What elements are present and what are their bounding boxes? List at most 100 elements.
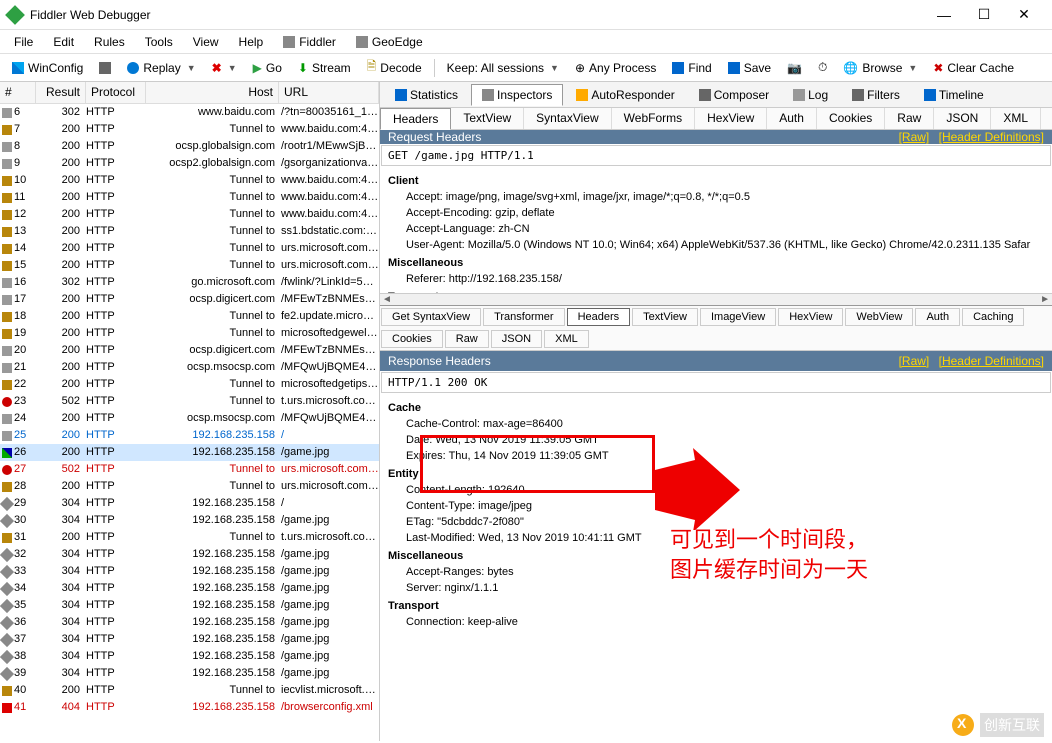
request-subtab-headers[interactable]: Headers	[380, 108, 451, 130]
session-row[interactable]: 8200HTTPocsp.globalsign.com/rootr1/MEwwS…	[0, 138, 379, 155]
session-row[interactable]: 18200HTTPTunnel tofe2.update.microsoft.	[0, 308, 379, 325]
session-row[interactable]: 31200HTTPTunnel tot.urs.microsoft.com:4	[0, 529, 379, 546]
request-subtab-textview[interactable]: TextView	[451, 108, 524, 129]
col-host[interactable]: Host	[146, 82, 279, 103]
header-line[interactable]: Date: Wed, 13 Nov 2019 11:39:05 GMT	[388, 432, 1044, 448]
session-row[interactable]: 36304HTTP192.168.235.158/game.jpg	[0, 614, 379, 631]
request-subtab-auth[interactable]: Auth	[767, 108, 817, 129]
maximize-button[interactable]: ☐	[964, 1, 1004, 29]
request-subtab-cookies[interactable]: Cookies	[817, 108, 885, 129]
response-line[interactable]: HTTP/1.1 200 OK	[381, 372, 1051, 393]
menu-fiddler[interactable]: Fiddler	[273, 33, 346, 51]
response-definitions-link[interactable]: [Header Definitions]	[939, 354, 1044, 368]
session-row[interactable]: 22200HTTPTunnel tomicrosoftedgetips.mic	[0, 376, 379, 393]
session-row[interactable]: 9200HTTPocsp2.globalsign.com/gsorganizat…	[0, 155, 379, 172]
session-row[interactable]: 16302HTTPgo.microsoft.com/fwlink/?LinkId…	[0, 274, 379, 291]
response-subtab-cookies[interactable]: Cookies	[381, 330, 443, 348]
header-line[interactable]: Expires: Thu, 14 Nov 2019 11:39:05 GMT	[388, 448, 1044, 464]
winconfig-button[interactable]: WinConfig	[6, 59, 89, 77]
tab-filters[interactable]: Filters	[841, 84, 911, 106]
session-row[interactable]: 33304HTTP192.168.235.158/game.jpg	[0, 563, 379, 580]
request-subtab-xml[interactable]: XML	[991, 108, 1041, 129]
session-row[interactable]: 38304HTTP192.168.235.158/game.jpg	[0, 648, 379, 665]
session-row[interactable]: 39304HTTP192.168.235.158/game.jpg	[0, 665, 379, 682]
col-protocol[interactable]: Protocol	[86, 82, 146, 103]
stream-button[interactable]: ⬇Stream	[292, 59, 357, 77]
go-button[interactable]: ▶Go	[247, 59, 288, 77]
request-subtab-raw[interactable]: Raw	[885, 108, 934, 129]
find-button[interactable]: Find	[666, 59, 717, 77]
header-line[interactable]: Connection: keep-alive	[388, 614, 1044, 630]
header-line[interactable]: Accept-Language: zh-CN	[388, 221, 1044, 237]
response-subtab-imageview[interactable]: ImageView	[700, 308, 776, 326]
request-subtab-hexview[interactable]: HexView	[695, 108, 767, 129]
comment-button[interactable]	[93, 60, 117, 76]
session-row[interactable]: 37304HTTP192.168.235.158/game.jpg	[0, 631, 379, 648]
tab-composer[interactable]: Composer	[688, 84, 780, 106]
any-process-button[interactable]: ⊕Any Process	[569, 59, 662, 77]
col-result[interactable]: Result	[36, 82, 86, 103]
keep-sessions-dropdown[interactable]: Keep: All sessions▼	[441, 59, 565, 77]
header-line[interactable]: Accept: image/png, image/svg+xml, image/…	[388, 189, 1044, 205]
menu-tools[interactable]: Tools	[135, 33, 183, 51]
header-line[interactable]: Content-Length: 192640	[388, 482, 1044, 498]
menu-edit[interactable]: Edit	[43, 33, 84, 51]
session-row[interactable]: 24200HTTPocsp.msocsp.com/MFQwUjBQME4wTDA	[0, 410, 379, 427]
session-row[interactable]: 17200HTTPocsp.digicert.com/MFEwTzBNMEswS…	[0, 291, 379, 308]
decode-button[interactable]: 🗎Decode	[361, 55, 428, 80]
session-row[interactable]: 13200HTTPTunnel toss1.bdstatic.com:443	[0, 223, 379, 240]
browse-button[interactable]: 🌐Browse▼	[837, 59, 923, 77]
response-subtab-hexview[interactable]: HexView	[778, 308, 843, 326]
request-subtab-webforms[interactable]: WebForms	[612, 108, 695, 129]
response-raw-link[interactable]: [Raw]	[899, 354, 930, 368]
timer-button[interactable]: ⏱	[812, 58, 833, 77]
response-subtab-auth[interactable]: Auth	[915, 308, 960, 326]
session-row[interactable]: 12200HTTPTunnel towww.baidu.com:443	[0, 206, 379, 223]
remove-button[interactable]: ✖▼	[206, 59, 243, 77]
response-headers-tree[interactable]: CacheCache-Control: max-age=86400Date: W…	[380, 394, 1052, 634]
minimize-button[interactable]: —	[924, 1, 964, 29]
session-row[interactable]: 25200HTTP192.168.235.158/	[0, 427, 379, 444]
response-subtab-raw[interactable]: Raw	[445, 330, 489, 348]
session-row[interactable]: 41404HTTP192.168.235.158/browserconfig.x…	[0, 699, 379, 716]
session-row[interactable]: 34304HTTP192.168.235.158/game.jpg	[0, 580, 379, 597]
tab-log[interactable]: Log	[782, 84, 839, 106]
sessions-list[interactable]: 6302HTTPwww.baidu.com/?tn=80035161_1_dg7…	[0, 104, 379, 741]
request-line[interactable]: GET /game.jpg HTTP/1.1	[381, 145, 1051, 166]
horizontal-scrollbar[interactable]	[380, 293, 1052, 305]
response-subtab-transformer[interactable]: Transformer	[483, 308, 565, 326]
header-line[interactable]: Server: nginx/1.1.1	[388, 580, 1044, 596]
col-url[interactable]: URL	[279, 82, 379, 103]
session-row[interactable]: 29304HTTP192.168.235.158/	[0, 495, 379, 512]
header-line[interactable]: Content-Type: image/jpeg	[388, 498, 1044, 514]
replay-button[interactable]: Replay▼	[121, 59, 201, 77]
response-subtab-webview[interactable]: WebView	[845, 308, 913, 326]
menu-help[interactable]: Help	[229, 33, 274, 51]
session-row[interactable]: 7200HTTPTunnel towww.baidu.com:443	[0, 121, 379, 138]
header-line[interactable]: Last-Modified: Wed, 13 Nov 2019 10:41:11…	[388, 530, 1044, 546]
request-subtab-json[interactable]: JSON	[934, 108, 991, 129]
session-row[interactable]: 23502HTTPTunnel tot.urs.microsoft.com:4	[0, 393, 379, 410]
session-row[interactable]: 19200HTTPTunnel tomicrosoftedgewelcome	[0, 325, 379, 342]
close-button[interactable]: ✕	[1004, 1, 1044, 29]
session-row[interactable]: 14200HTTPTunnel tours.microsoft.com:443	[0, 240, 379, 257]
response-subtab-caching[interactable]: Caching	[962, 308, 1024, 326]
tab-statistics[interactable]: Statistics	[384, 84, 469, 106]
tab-inspectors[interactable]: Inspectors	[471, 84, 563, 106]
menu-geoedge[interactable]: GeoEdge	[346, 33, 433, 51]
request-subtab-syntaxview[interactable]: SyntaxView	[524, 108, 611, 129]
screenshot-button[interactable]: 📷	[781, 59, 808, 77]
request-definitions-link[interactable]: [Header Definitions]	[939, 130, 1044, 144]
col-number[interactable]: #	[0, 82, 36, 103]
session-row[interactable]: 11200HTTPTunnel towww.baidu.com:443	[0, 189, 379, 206]
session-row[interactable]: 27502HTTPTunnel tours.microsoft.com:443	[0, 461, 379, 478]
header-line[interactable]: ETag: "5dcbddc7-2f080"	[388, 514, 1044, 530]
response-subtab-headers[interactable]: Headers	[567, 308, 631, 326]
header-line[interactable]: User-Agent: Mozilla/5.0 (Windows NT 10.0…	[388, 237, 1044, 253]
header-line[interactable]: Cache-Control: max-age=86400	[388, 416, 1044, 432]
header-line[interactable]: Accept-Encoding: gzip, deflate	[388, 205, 1044, 221]
session-row[interactable]: 30304HTTP192.168.235.158/game.jpg	[0, 512, 379, 529]
clear-cache-button[interactable]: ✖Clear Cache	[927, 59, 1020, 77]
response-subtab-get-syntaxview[interactable]: Get SyntaxView	[381, 308, 481, 326]
session-row[interactable]: 26200HTTP192.168.235.158/game.jpg	[0, 444, 379, 461]
